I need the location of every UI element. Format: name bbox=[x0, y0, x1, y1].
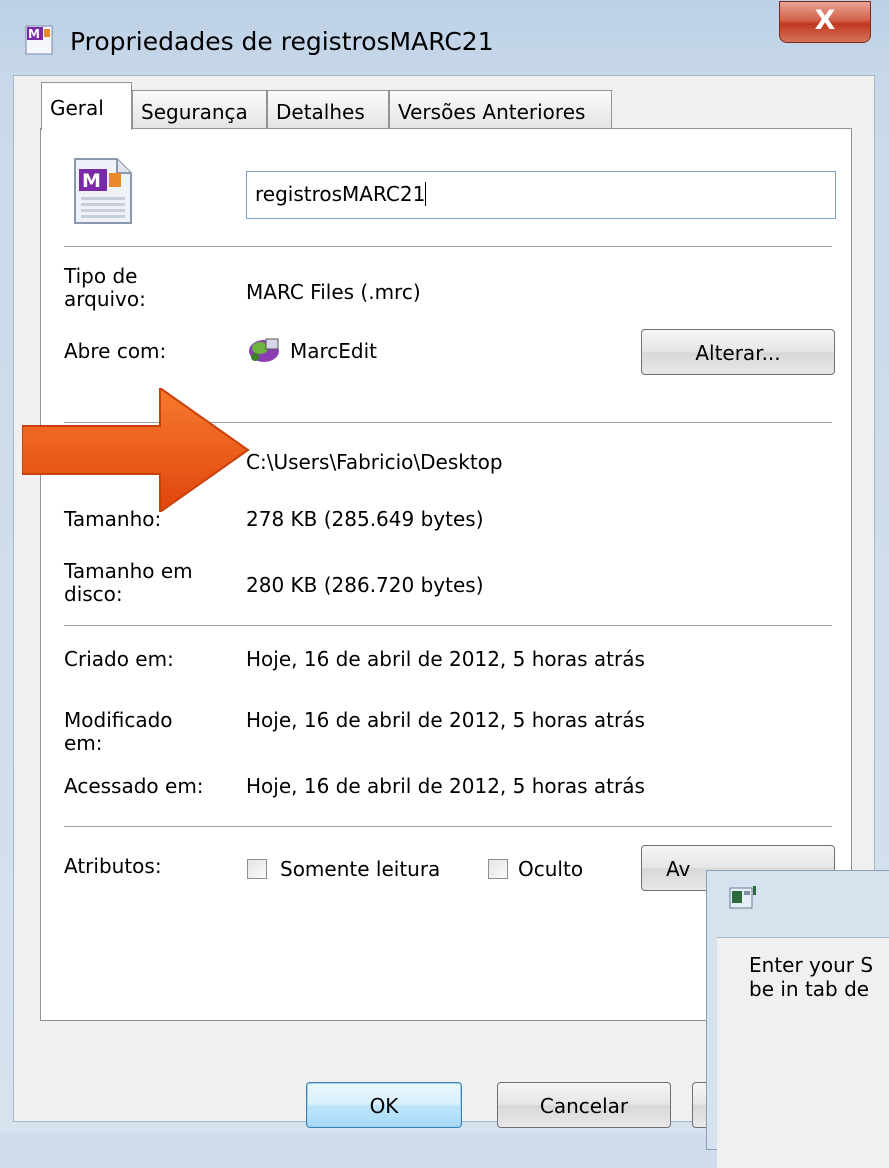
svg-text:M: M bbox=[82, 170, 101, 192]
modified-value: Hoje, 16 de abril de 2012, 5 horas atrás bbox=[246, 708, 645, 732]
marc-file-icon: M bbox=[74, 158, 132, 224]
hidden-label: Oculto bbox=[518, 857, 584, 881]
created-value: Hoje, 16 de abril de 2012, 5 horas atrás bbox=[246, 647, 645, 671]
svg-text:M: M bbox=[28, 27, 40, 41]
properties-window: M Propriedades de registrosMARC21 X Gera… bbox=[0, 0, 889, 1168]
tab-versoes-anteriores[interactable]: Versões Anteriores bbox=[389, 90, 612, 128]
change-button[interactable]: Alterar... bbox=[641, 329, 835, 375]
separator bbox=[64, 826, 832, 827]
created-label: Criado em: bbox=[64, 647, 174, 671]
tab-detalhes[interactable]: Detalhes bbox=[267, 90, 389, 128]
size-on-disk-value: 280 KB (286.720 bytes) bbox=[246, 573, 484, 597]
ok-button[interactable]: OK bbox=[306, 1082, 462, 1128]
readonly-checkbox[interactable] bbox=[247, 859, 267, 879]
close-button[interactable]: X bbox=[779, 1, 871, 43]
size-on-disk-label: Tamanho em disco: bbox=[64, 559, 193, 606]
hidden-checkbox[interactable] bbox=[488, 859, 508, 879]
popup-message: Enter your S be in tab de bbox=[749, 953, 873, 1001]
separator bbox=[64, 625, 832, 626]
cancel-button[interactable]: Cancelar bbox=[497, 1082, 671, 1128]
file-type-value: MARC Files (.mrc) bbox=[246, 280, 421, 304]
marc-file-icon: M bbox=[25, 25, 53, 55]
window-title: Propriedades de registrosMARC21 bbox=[70, 27, 494, 56]
orange-arrow-icon bbox=[22, 388, 250, 512]
opens-with-value: MarcEdit bbox=[290, 339, 378, 363]
text-caret bbox=[425, 182, 427, 206]
size-value: 278 KB (285.649 bytes) bbox=[246, 507, 484, 531]
popup-window: Enter your S be in tab de bbox=[706, 870, 889, 1168]
file-name-input[interactable]: registrosMARC21 bbox=[246, 171, 836, 219]
modified-label: Modificado em: bbox=[64, 708, 173, 755]
readonly-label: Somente leitura bbox=[280, 857, 441, 881]
window-app-icon bbox=[729, 886, 756, 909]
popup-message-line: be in tab de bbox=[749, 977, 870, 1001]
popup-message-line: Enter your S bbox=[749, 953, 874, 977]
tab-geral[interactable]: Geral bbox=[41, 82, 132, 130]
accessed-label: Acessado em: bbox=[64, 774, 204, 798]
file-name-value: registrosMARC21 bbox=[255, 182, 426, 206]
tab-seguranca[interactable]: Segurança bbox=[132, 90, 267, 128]
close-icon: X bbox=[814, 5, 836, 36]
separator bbox=[64, 246, 832, 247]
location-value: C:\Users\Fabricio\Desktop bbox=[246, 450, 503, 474]
file-type-label: Tipo de arquivo: bbox=[64, 264, 146, 311]
marcedit-app-icon bbox=[249, 338, 279, 362]
accessed-value: Hoje, 16 de abril de 2012, 5 horas atrás bbox=[246, 774, 645, 798]
attributes-label: Atributos: bbox=[64, 854, 162, 878]
opens-with-label: Abre com: bbox=[64, 339, 167, 363]
